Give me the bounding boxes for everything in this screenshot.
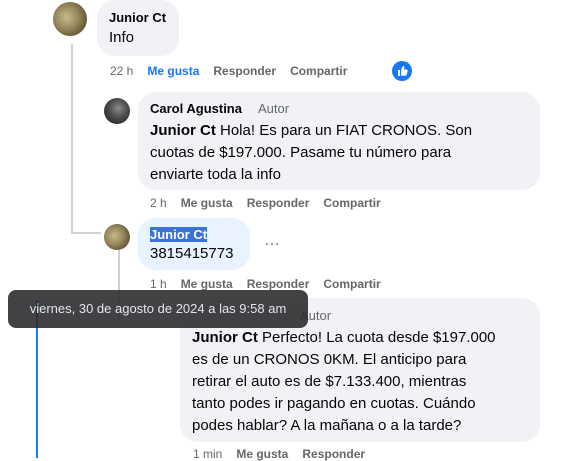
comment-line: Perfecto! La cuota desde $197.000 bbox=[257, 329, 496, 346]
share-button[interactable]: Compartir bbox=[323, 196, 380, 210]
comment-line: enviarte toda la info bbox=[150, 166, 281, 183]
author-badge: Autor bbox=[258, 101, 290, 116]
comment-text: 3815415773 bbox=[150, 245, 234, 262]
timestamp[interactable]: 22 h bbox=[110, 64, 133, 78]
avatar[interactable] bbox=[104, 98, 130, 124]
comment-text: Junior Ct Perfecto! La cuota desde $197.… bbox=[192, 327, 540, 437]
share-button[interactable]: Compartir bbox=[323, 277, 380, 291]
comment-text: Info bbox=[109, 29, 135, 46]
comment-text: Junior Ct Hola! Es para un FIAT CRONOS. … bbox=[150, 120, 540, 186]
like-button[interactable]: Me gusta bbox=[147, 64, 199, 78]
like-button[interactable]: Me gusta bbox=[181, 196, 233, 210]
thumbs-up-icon bbox=[398, 66, 408, 76]
thread-line bbox=[71, 44, 73, 234]
share-button[interactable]: Compartir bbox=[290, 64, 347, 78]
comment-line: Hola! Es para un FIAT CRONOS. Son bbox=[215, 122, 473, 139]
reply-button[interactable]: Responder bbox=[247, 196, 310, 210]
timestamp[interactable]: 1 min bbox=[193, 447, 222, 461]
more-options-button[interactable]: … bbox=[264, 232, 280, 250]
avatar[interactable] bbox=[104, 224, 130, 250]
comment-actions: 2 h Me gusta Responder Compartir bbox=[150, 196, 395, 210]
comment-bubble: Carol Agustina Autor Junior Ct Hola! Es … bbox=[138, 92, 540, 190]
avatar[interactable] bbox=[53, 2, 87, 36]
comment-author[interactable]: Junior Ct bbox=[150, 227, 208, 242]
comment-author[interactable]: Junior Ct bbox=[109, 10, 166, 25]
thread-connector bbox=[71, 232, 101, 234]
comment-line: es de un CRONOS 0KM. El anticipo para bbox=[192, 351, 467, 368]
reply-button[interactable]: Responder bbox=[247, 277, 310, 291]
comment-bubble: Junior Ct 3815415773 bbox=[138, 218, 250, 270]
comment-bubble: Junior Ct Info bbox=[97, 0, 179, 56]
comment-author[interactable]: Carol Agustina bbox=[150, 101, 242, 116]
reply-button[interactable]: Responder bbox=[302, 447, 365, 461]
like-button[interactable]: Me gusta bbox=[181, 277, 233, 291]
comment-actions: 1 h Me gusta Responder Compartir bbox=[150, 277, 395, 291]
comment-line: podes hablar? A la mañana o a la tarde? bbox=[192, 417, 462, 434]
comment-actions: 22 h Me gusta Responder Compartir bbox=[110, 64, 361, 78]
comment-line: tanto podes ir pagando en cuotas. Cuándo bbox=[192, 395, 476, 412]
comment-actions: 1 min Me gusta Responder bbox=[193, 447, 379, 461]
comment-line: cuotas de $197.000. Pasame tu número par… bbox=[150, 144, 452, 161]
timestamp[interactable]: 1 h bbox=[150, 277, 167, 291]
comment-line: retirar el auto es de $7.133.400, mientr… bbox=[192, 373, 467, 390]
mention-link[interactable]: Junior Ct bbox=[192, 329, 258, 346]
like-reaction-icon[interactable] bbox=[392, 61, 412, 81]
timestamp[interactable]: 2 h bbox=[150, 196, 167, 210]
timestamp-tooltip: viernes, 30 de agosto de 2024 a las 9:58… bbox=[8, 290, 308, 328]
mention-link[interactable]: Junior Ct bbox=[150, 122, 216, 139]
like-button[interactable]: Me gusta bbox=[236, 447, 288, 461]
reply-button[interactable]: Responder bbox=[213, 64, 276, 78]
